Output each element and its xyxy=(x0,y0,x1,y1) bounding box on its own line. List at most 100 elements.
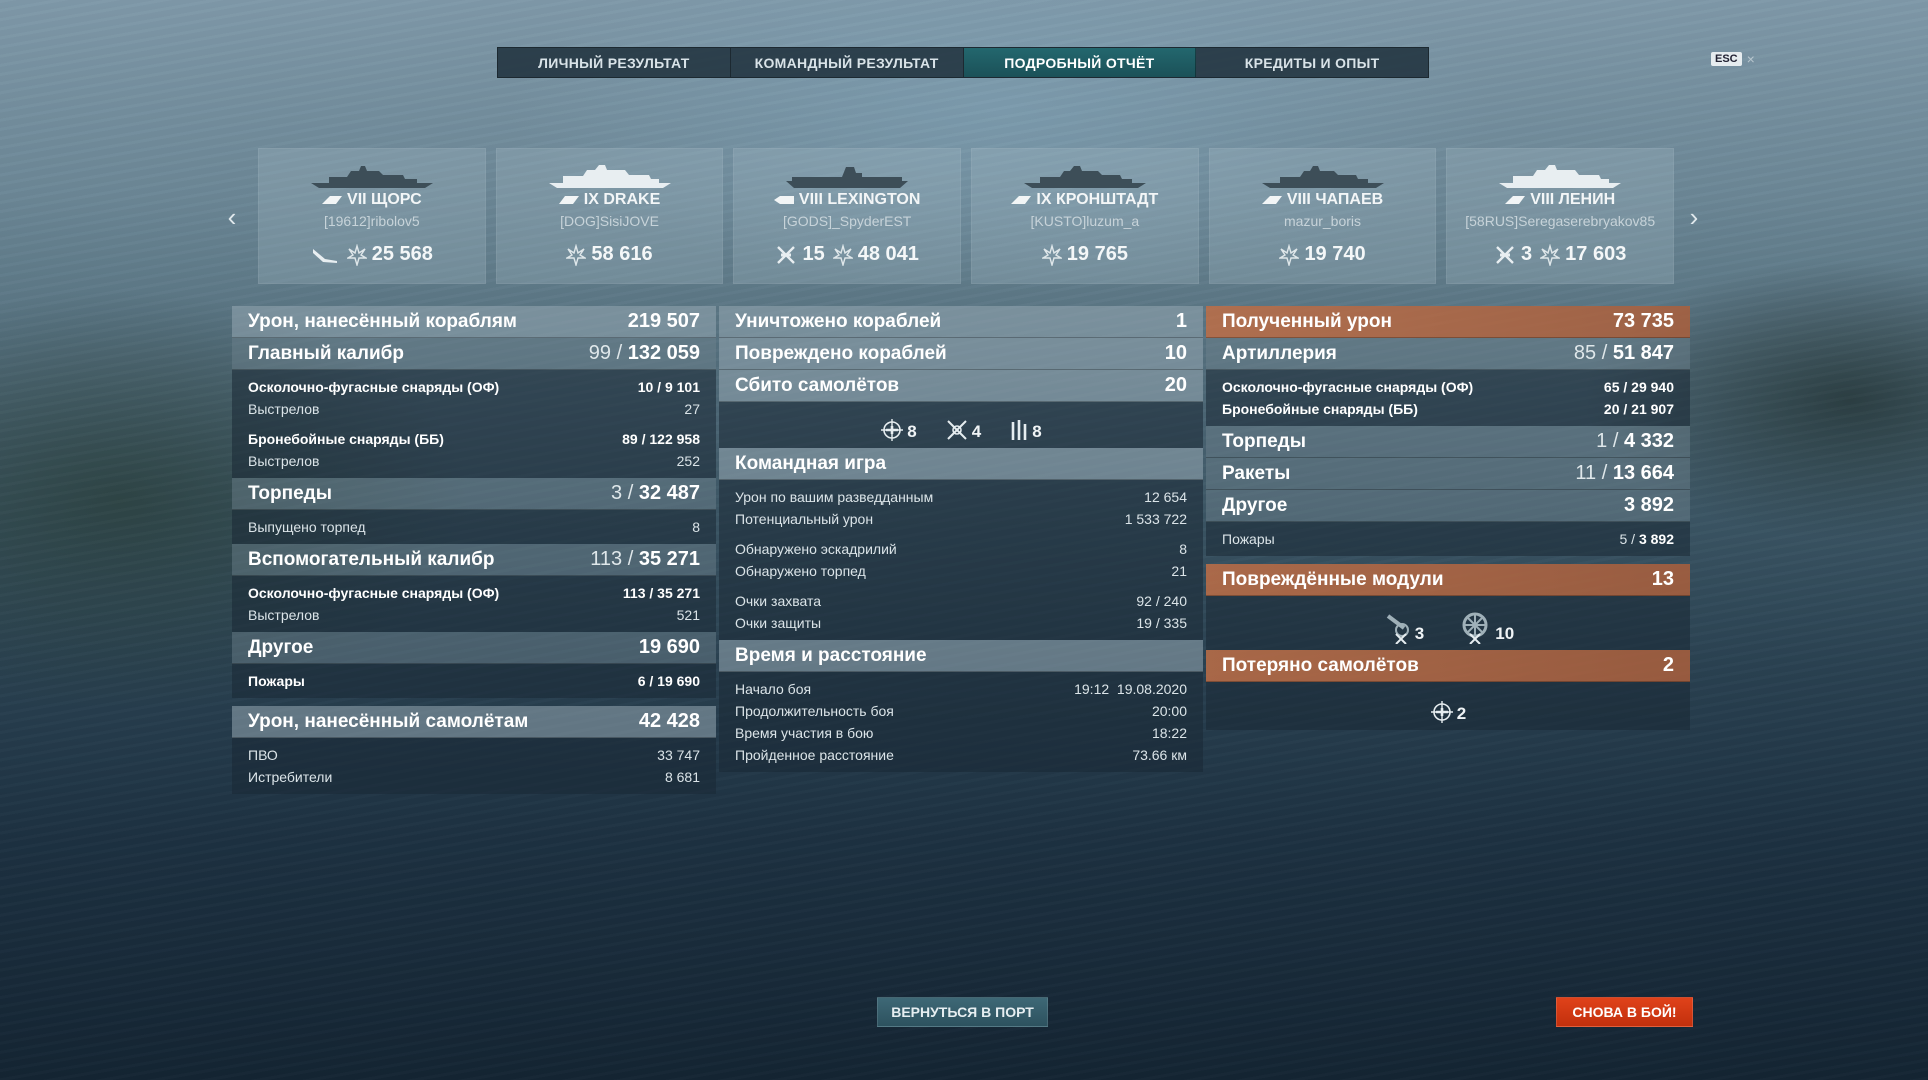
ship-damage: 19 765 xyxy=(1041,243,1128,266)
team-play-header: Командная игра xyxy=(719,448,1203,480)
player-name: [19612]ribolov5 xyxy=(323,213,420,229)
esc-key[interactable]: ESC xyxy=(1711,52,1742,66)
ship-carousel: VII ЩОРС [19612]ribolov5 25 568 IX DRAKE… xyxy=(258,148,1675,284)
achievements-panel: Уничтожено кораблей 1 Повреждено кораблей… xyxy=(719,306,1203,772)
artillery-he-row: Осколочно-фугасные снаряды (ОФ) 65 / 29 9… xyxy=(1222,379,1674,395)
tab-personal[interactable]: ЛИЧНЫЙ РЕЗУЛЬТАТ xyxy=(498,48,731,77)
potential-damage-row: Потенциальный урон 1 533 722 xyxy=(735,511,1187,527)
carousel-next-icon[interactable]: › xyxy=(1682,200,1706,234)
ship-kills: 15 xyxy=(775,243,825,266)
gun-module-stat: 3 xyxy=(1382,610,1424,644)
crosshair-plane-stat: 8 xyxy=(880,418,917,442)
capture-points-row: Очки захвата 92 / 240 xyxy=(735,593,1187,609)
artillery-ap-row: Бронебойные снаряды (ББ) 20 / 21 907 xyxy=(1222,401,1674,417)
spotted-torpedoes-row: Обнаружено торпед 21 xyxy=(735,563,1187,579)
ship-card[interactable]: IX DRAKE [DOG]SisiJOVE 58 616 xyxy=(495,148,724,284)
ship-silhouette-icon xyxy=(1261,166,1384,188)
team-play-details: Урон по вашим разведданным 12 654 Потенци… xyxy=(719,480,1203,640)
fires-row: Пожары 6 / 19 690 xyxy=(248,673,700,689)
damaged-modules-breakdown: 3 10 xyxy=(1206,596,1690,650)
damaged-modules-header: Повреждённые модули 13 xyxy=(1206,564,1690,596)
ship-damage-header: Урон, нанесённый кораблям 219 507 xyxy=(232,306,716,338)
received-fires-row: Пожары 5 / 3 892 xyxy=(1222,531,1674,547)
other-damage-details: Пожары 6 / 19 690 xyxy=(232,664,716,698)
return-to-port-button[interactable]: ВЕРНУТЬСЯ В ПОРТ xyxy=(877,997,1048,1027)
damage-burst-icon xyxy=(1540,243,1561,266)
received-damage-header: Полученный урон 73 735 xyxy=(1206,306,1690,338)
ship-name: VIII ЧАПАЕВ xyxy=(1286,191,1384,208)
torpedoes-details: Выпущено торпед 8 xyxy=(232,510,716,544)
distance-row: Пройденное расстояние 73.66 км xyxy=(735,747,1187,763)
carousel-prev-icon[interactable]: ‹ xyxy=(220,200,244,234)
close-icon[interactable]: × xyxy=(1747,51,1755,67)
ship-card[interactable]: VIII ЛЕНИН [58RUS]Seregaserebryakov85 3 … xyxy=(1446,148,1675,284)
artillery-header: Артиллерия 85 / 51 847 xyxy=(1206,338,1690,370)
ship-damage: 48 041 xyxy=(832,243,919,266)
damage-burst-icon xyxy=(566,243,587,266)
tab-credits-xp[interactable]: КРЕДИТЫ И ОПЫТ xyxy=(1196,48,1428,77)
cruiser-class-icon xyxy=(1505,196,1526,204)
plane-icon xyxy=(312,248,337,263)
ship-card[interactable]: VIII ЧАПАЕВ mazur_boris 19 740 xyxy=(1208,148,1437,284)
secondary-shots-row: Выстрелов 521 xyxy=(248,607,700,623)
damage-burst-icon xyxy=(832,243,853,266)
fighters-row: Истребители 8 681 xyxy=(248,769,700,785)
damage-burst-icon xyxy=(1279,243,1300,266)
ship-card[interactable]: VIII LEXINGTON [GODS]_SpyderEST 15 48 04… xyxy=(733,148,962,284)
received-rockets-header: Ракеты 11 / 13 664 xyxy=(1206,458,1690,490)
tab-detailed[interactable]: ПОДРОБНЫЙ ОТЧЁТ xyxy=(963,48,1197,77)
torpedoes-fired-row: Выпущено торпед 8 xyxy=(248,519,700,535)
other-damage-header: Другое 19 690 xyxy=(232,632,716,664)
player-name: [GODS]_SpyderEST xyxy=(782,213,912,229)
cruiser-class-icon xyxy=(1261,196,1282,204)
ship-name: VII ЩОРС xyxy=(347,191,422,208)
ship-silhouette-icon xyxy=(548,165,671,188)
battle-start-row: Начало боя 19:12 19.08.2020 xyxy=(735,681,1187,697)
main-ap-shots-row: Выстрелов 252 xyxy=(248,453,700,469)
ship-card[interactable]: VII ЩОРС [19612]ribolov5 25 568 xyxy=(258,148,486,284)
planes-lost-header: Потеряно самолётов 2 xyxy=(1206,650,1690,682)
crosshair-plane-icon xyxy=(1430,701,1453,723)
main-ap-row: Бронебойные снаряды (ББ) 89 / 122 958 xyxy=(248,431,700,447)
player-name: [KUSTO]luzum_a xyxy=(1030,213,1140,229)
main-battery-header: Главный калибр 99 / 132 059 xyxy=(232,338,716,370)
plane-damage-details: ПВО 33 747 Истребители 8 681 xyxy=(232,738,716,794)
damage-burst-icon xyxy=(346,243,367,266)
main-he-row: Осколочно-фугасные снаряды (ОФ) 10 / 9 10… xyxy=(248,379,700,395)
ship-silhouette-icon xyxy=(1023,166,1146,188)
ship-damage: 19 740 xyxy=(1279,243,1366,266)
battleship-class-icon xyxy=(558,196,579,204)
cruiser-class-icon xyxy=(1011,196,1032,204)
ship-damage: 25 568 xyxy=(346,243,433,266)
player-name: mazur_boris xyxy=(1284,213,1362,229)
damage-received-panel: Полученный урон 73 735 Артиллерия 85 / 51… xyxy=(1206,306,1690,730)
ship-damage: 17 603 xyxy=(1540,243,1626,266)
secondary-header: Вспомогательный калибр 113 / 35 271 xyxy=(232,544,716,576)
planes-lost-breakdown: 2 xyxy=(1206,682,1690,730)
player-name: [DOG]SisiJOVE xyxy=(560,213,659,229)
time-distance-details: Начало боя 19:12 19.08.2020 Продолжительн… xyxy=(719,672,1203,772)
planes-destroyed-icon xyxy=(1496,245,1514,264)
battle-again-button[interactable]: СНОВА В БОЙ! xyxy=(1556,997,1693,1027)
participation-time-row: Время участия в бою 18:22 xyxy=(735,725,1187,741)
ship-silhouette-icon xyxy=(310,166,433,188)
ship-silhouette-icon xyxy=(1499,165,1622,188)
torpedoes-header: Торпеды 3 / 32 487 xyxy=(232,478,716,510)
cruiser-class-icon xyxy=(322,196,343,204)
damage-burst-icon xyxy=(1041,243,1062,266)
planes-shot-header: Сбито самолётов 20 xyxy=(719,370,1203,402)
spot-damage-row: Урон по вашим разведданным 12 654 xyxy=(735,489,1187,505)
artillery-details: Осколочно-фугасные снаряды (ОФ) 65 / 29 9… xyxy=(1206,370,1690,426)
engine-module-icon xyxy=(1462,612,1488,644)
esc-close[interactable]: ESC × xyxy=(1711,51,1755,67)
tab-team[interactable]: КОМАНДНЫЙ РЕЗУЛЬТАТ xyxy=(731,48,964,77)
secondary-details: Осколочно-фугасные снаряды (ОФ) 113 / 35 … xyxy=(232,576,716,632)
plane-damage-header: Урон, нанесённый самолётам 42 428 xyxy=(232,706,716,738)
ship-name: IX КРОНШТАДТ xyxy=(1036,191,1159,208)
ship-silhouette-icon xyxy=(786,167,909,188)
ship-card[interactable]: IX КРОНШТАДТ [KUSTO]luzum_a 19 765 xyxy=(971,148,1199,284)
crosshair-plane-icon xyxy=(881,419,904,441)
carrier-class-icon xyxy=(773,196,794,204)
received-torpedoes-header: Торпеды 1 / 4 332 xyxy=(1206,426,1690,458)
main-battery-details: Осколочно-фугасные снаряды (ОФ) 10 / 9 10… xyxy=(232,370,716,478)
